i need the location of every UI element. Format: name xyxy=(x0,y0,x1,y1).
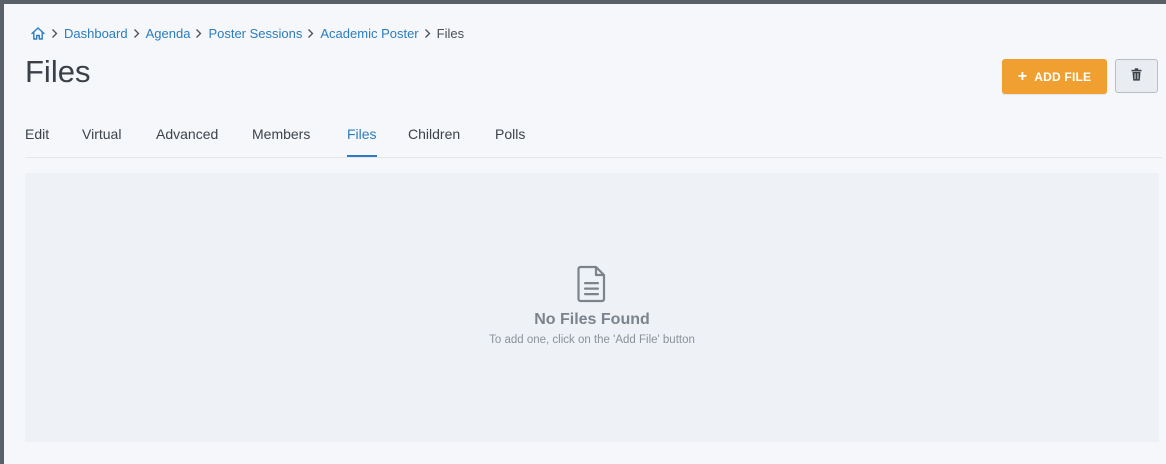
tab-edit[interactable]: Edit xyxy=(25,126,49,157)
home-icon[interactable] xyxy=(30,26,46,41)
breadcrumb-current: Files xyxy=(436,25,465,41)
tab-members[interactable]: Members xyxy=(252,126,310,157)
delete-button[interactable] xyxy=(1115,59,1158,93)
tab-files[interactable]: Files xyxy=(347,126,377,157)
breadcrumb-academic-poster[interactable]: Academic Poster xyxy=(320,26,418,41)
tab-polls[interactable]: Polls xyxy=(495,126,525,157)
empty-state-title: No Files Found xyxy=(534,311,650,328)
chevron-right-icon xyxy=(195,28,202,39)
tab-advanced[interactable]: Advanced xyxy=(156,126,218,157)
trash-icon xyxy=(1131,68,1142,84)
files-empty-state: No Files Found To add one, click on the … xyxy=(25,173,1159,442)
chevron-right-icon xyxy=(51,28,58,39)
page-title: Files xyxy=(25,54,91,89)
plus-icon: + xyxy=(1017,67,1028,85)
document-icon xyxy=(577,265,607,308)
app-window: Dashboard Agenda Poster Sessions Academi… xyxy=(4,4,1166,464)
breadcrumb-agenda[interactable]: Agenda xyxy=(146,26,191,41)
add-file-label: ADD FILE xyxy=(1034,69,1092,84)
chevron-right-icon xyxy=(133,28,140,39)
tab-virtual[interactable]: Virtual xyxy=(82,126,121,157)
empty-state-subtitle: To add one, click on the 'Add File' butt… xyxy=(489,334,695,346)
chevron-right-icon xyxy=(424,28,431,39)
breadcrumb-dashboard[interactable]: Dashboard xyxy=(64,26,128,41)
breadcrumb-poster-sessions[interactable]: Poster Sessions xyxy=(208,26,302,41)
tab-bar: Edit Virtual Advanced Members Files Chil… xyxy=(25,122,1162,158)
tab-children[interactable]: Children xyxy=(408,126,460,157)
chevron-right-icon xyxy=(307,28,314,39)
add-file-button[interactable]: + ADD FILE xyxy=(1002,59,1107,94)
breadcrumb: Dashboard Agenda Poster Sessions Academi… xyxy=(30,21,464,45)
